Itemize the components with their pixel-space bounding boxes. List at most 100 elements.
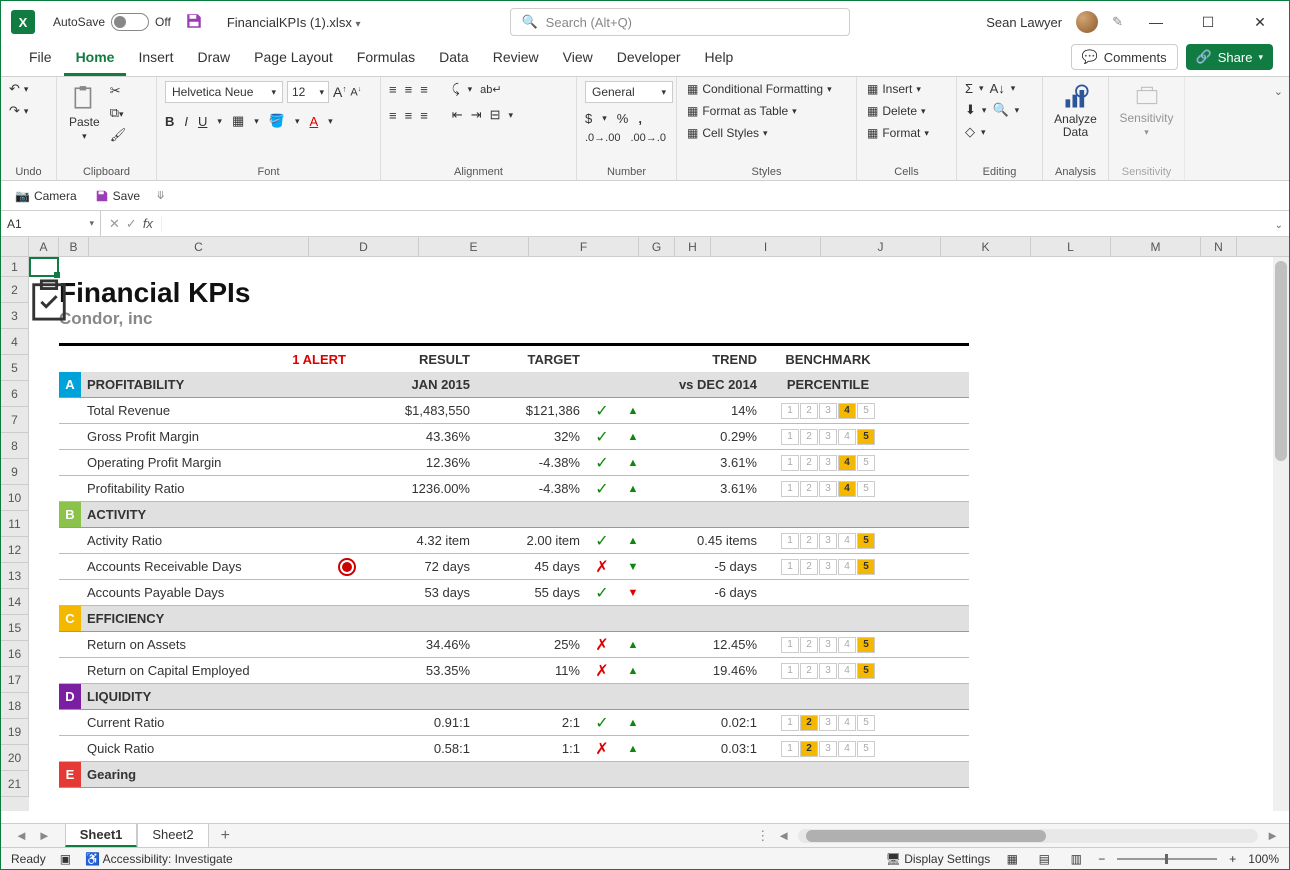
- bold-button[interactable]: B: [165, 114, 174, 129]
- autosum-icon[interactable]: Σ: [965, 81, 973, 96]
- brush-icon[interactable]: ✎: [1112, 14, 1123, 30]
- column-header-D[interactable]: D: [309, 237, 419, 256]
- row-header-8[interactable]: 8: [1, 433, 29, 459]
- row-header-21[interactable]: 21: [1, 771, 29, 797]
- row-header-20[interactable]: 20: [1, 745, 29, 771]
- copy-icon[interactable]: ⧉▾: [110, 105, 127, 121]
- tab-data[interactable]: Data: [427, 43, 481, 76]
- row-header-3[interactable]: 3: [1, 303, 29, 329]
- orientation-icon[interactable]: ⤹: [452, 81, 460, 97]
- column-header-I[interactable]: I: [711, 237, 821, 256]
- tab-page-layout[interactable]: Page Layout: [242, 43, 345, 76]
- font-size-select[interactable]: 12▾: [287, 81, 329, 103]
- name-box[interactable]: A1▾: [1, 211, 101, 236]
- zoom-in-button[interactable]: +: [1229, 852, 1236, 866]
- tab-formulas[interactable]: Formulas: [345, 43, 427, 76]
- row-header-6[interactable]: 6: [1, 381, 29, 407]
- zoom-level[interactable]: 100%: [1248, 852, 1279, 866]
- row-header-13[interactable]: 13: [1, 563, 29, 589]
- clear-icon[interactable]: ◇: [965, 124, 975, 140]
- column-header-H[interactable]: H: [675, 237, 711, 256]
- autosave-toggle[interactable]: AutoSave Off: [53, 13, 171, 31]
- column-header-L[interactable]: L: [1031, 237, 1111, 256]
- tab-review[interactable]: Review: [481, 43, 551, 76]
- currency-icon[interactable]: $: [585, 111, 592, 126]
- search-input[interactable]: 🔍 Search (Alt+Q): [510, 8, 850, 36]
- filename[interactable]: FinancialKPIs (1).xlsx ▾: [227, 15, 361, 30]
- collapse-ribbon-icon[interactable]: ⌄: [1274, 86, 1283, 98]
- align-right-icon[interactable]: ≡: [420, 108, 428, 123]
- enter-formula-icon[interactable]: ✓: [126, 216, 137, 232]
- cell-grid[interactable]: Financial KPIs Condor, inc 1 ALERTRESULT…: [29, 257, 1273, 811]
- normal-view-icon[interactable]: ▦: [1002, 851, 1022, 867]
- column-header-K[interactable]: K: [941, 237, 1031, 256]
- italic-button[interactable]: I: [184, 114, 188, 129]
- row-header-12[interactable]: 12: [1, 537, 29, 563]
- user-avatar[interactable]: [1076, 11, 1098, 33]
- row-header-2[interactable]: 2: [1, 277, 29, 303]
- row-header-9[interactable]: 9: [1, 459, 29, 485]
- merge-center-icon[interactable]: ⊟: [490, 107, 501, 123]
- row-header-10[interactable]: 10: [1, 485, 29, 511]
- share-button[interactable]: 🔗 Share ▾: [1186, 44, 1273, 70]
- paste-button[interactable]: Paste▾: [65, 81, 104, 144]
- row-header-19[interactable]: 19: [1, 719, 29, 745]
- expand-formula-icon[interactable]: ⌄: [1275, 220, 1283, 231]
- zoom-slider[interactable]: [1117, 858, 1217, 860]
- row-header-15[interactable]: 15: [1, 615, 29, 641]
- close-button[interactable]: ✕: [1241, 8, 1279, 36]
- camera-button[interactable]: 📷 Camera: [13, 188, 79, 204]
- find-select-icon[interactable]: 🔍: [992, 102, 1008, 118]
- column-header-J[interactable]: J: [821, 237, 941, 256]
- active-cell[interactable]: [29, 257, 59, 277]
- column-header-B[interactable]: B: [59, 237, 89, 256]
- align-left-icon[interactable]: ≡: [389, 108, 397, 123]
- column-header-G[interactable]: G: [639, 237, 675, 256]
- cell-styles-button[interactable]: ▦ Cell Styles▾: [685, 125, 848, 141]
- column-header-M[interactable]: M: [1111, 237, 1201, 256]
- tab-help[interactable]: Help: [693, 43, 746, 76]
- select-all-button[interactable]: [1, 237, 29, 256]
- tab-home[interactable]: Home: [64, 43, 127, 76]
- decrease-indent-icon[interactable]: ⇤: [452, 107, 463, 123]
- format-painter-icon[interactable]: 🖌: [110, 127, 127, 143]
- sort-filter-icon[interactable]: A↓: [990, 81, 1005, 96]
- display-settings-button[interactable]: 🖥 Display Settings: [886, 852, 991, 866]
- increase-font-icon[interactable]: A↑: [333, 84, 346, 100]
- zoom-out-button[interactable]: −: [1098, 852, 1105, 866]
- user-name[interactable]: Sean Lawyer: [986, 15, 1062, 30]
- comments-button[interactable]: 💬 Comments: [1071, 44, 1178, 70]
- page-break-view-icon[interactable]: ▥: [1066, 851, 1086, 867]
- decrease-font-icon[interactable]: A↓: [350, 86, 361, 99]
- qat-customize-icon[interactable]: ⤋: [156, 189, 165, 202]
- align-center-icon[interactable]: ≡: [405, 108, 413, 123]
- sheet-tab-sheet1[interactable]: Sheet1: [65, 824, 138, 847]
- delete-cells-button[interactable]: ▦ Delete▾: [865, 103, 948, 119]
- undo-icon[interactable]: ↶: [9, 81, 20, 97]
- vertical-scrollbar[interactable]: [1273, 257, 1289, 811]
- horizontal-scrollbar[interactable]: [798, 829, 1258, 843]
- analyze-data-button[interactable]: Analyze Data: [1051, 81, 1100, 141]
- save-icon[interactable]: [185, 12, 205, 32]
- row-header-5[interactable]: 5: [1, 355, 29, 381]
- row-header-4[interactable]: 4: [1, 329, 29, 355]
- column-header-N[interactable]: N: [1201, 237, 1237, 256]
- comma-icon[interactable]: ,: [638, 111, 642, 126]
- format-cells-button[interactable]: ▦ Format▾: [865, 125, 948, 141]
- tab-file[interactable]: File: [17, 43, 64, 76]
- align-bottom-icon[interactable]: ≡: [420, 82, 428, 97]
- row-header-18[interactable]: 18: [1, 693, 29, 719]
- column-header-A[interactable]: A: [29, 237, 59, 256]
- underline-button[interactable]: U: [198, 114, 207, 129]
- fill-color-button[interactable]: 🪣: [269, 113, 285, 129]
- maximize-button[interactable]: ☐: [1189, 8, 1227, 36]
- row-header-7[interactable]: 7: [1, 407, 29, 433]
- border-button[interactable]: ▦: [232, 113, 244, 129]
- page-layout-view-icon[interactable]: ▤: [1034, 851, 1054, 867]
- tab-draw[interactable]: Draw: [185, 43, 242, 76]
- font-name-select[interactable]: Helvetica Neue▾: [165, 81, 283, 103]
- row-header-11[interactable]: 11: [1, 511, 29, 537]
- row-header-14[interactable]: 14: [1, 589, 29, 615]
- sheet-tab-sheet2[interactable]: Sheet2: [137, 824, 208, 847]
- wrap-text-icon[interactable]: ab↵: [480, 83, 501, 96]
